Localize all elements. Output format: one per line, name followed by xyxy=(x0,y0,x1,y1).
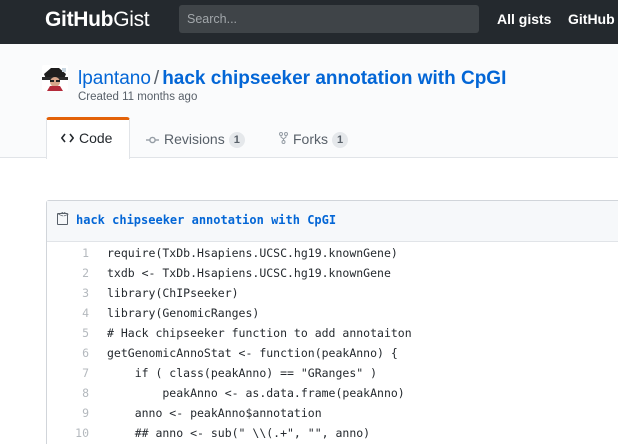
tab-code-label: Code xyxy=(79,130,113,146)
code-line: 7 if ( class(peakAnno) == "GRanges" ) xyxy=(47,363,618,383)
tab-forks[interactable]: Forks 1 xyxy=(279,120,349,159)
line-number[interactable]: 4 xyxy=(47,303,89,323)
code-line: 9 anno <- peakAnno$annotation xyxy=(47,403,618,423)
line-text: library(GenomicRanges) xyxy=(107,306,260,320)
code-icon xyxy=(60,121,75,157)
line-number[interactable]: 8 xyxy=(47,383,89,403)
avatar[interactable] xyxy=(42,65,68,91)
file-name-link[interactable]: hack chipseeker annotation with CpGI xyxy=(76,213,336,227)
tab-revisions-label: Revisions xyxy=(164,131,225,147)
title-separator: / xyxy=(153,68,160,89)
line-number[interactable]: 7 xyxy=(47,363,89,383)
line-number[interactable]: 3 xyxy=(47,283,89,303)
all-gists-link[interactable]: All gists xyxy=(497,11,551,27)
revisions-count-badge: 1 xyxy=(228,132,245,148)
line-text: ## anno <- sub(" \\(.+", "", anno) xyxy=(107,426,371,440)
tab-code[interactable]: Code xyxy=(46,117,130,159)
github-link[interactable]: GitHub xyxy=(568,11,615,27)
code-line: 5 # Hack chipseeker function to add annot… xyxy=(47,323,618,343)
commit-icon xyxy=(146,121,159,159)
site-header: GitHubGist Search... All gists GitHub xyxy=(0,0,618,44)
gist-title: lpantano / hack chipseeker annotation with… xyxy=(78,68,506,90)
line-number[interactable]: 1 xyxy=(47,243,89,263)
tab-forks-label: Forks xyxy=(293,131,328,147)
code-line: 3 library(ChIPseeker) xyxy=(47,283,618,303)
line-text: # Hack chipseeker function to add annota… xyxy=(107,326,412,340)
line-number[interactable]: 2 xyxy=(47,263,89,283)
code-line: 1 require(TxDb.Hsapiens.UCSC.hg19.knownGe… xyxy=(47,243,618,263)
code-block: 1 require(TxDb.Hsapiens.UCSC.hg19.knownGe… xyxy=(47,243,618,443)
code-line: 6 getGenomicAnnoStat <- function(peakAnno… xyxy=(47,343,618,363)
file-box: <> hack chipseeker annotation with CpGI … xyxy=(46,200,618,444)
code-line: 4 library(GenomicRanges) xyxy=(47,303,618,323)
owner-link[interactable]: lpantano xyxy=(78,68,151,89)
gist-name-link[interactable]: hack chipseeker annotation with CpGI xyxy=(162,68,506,89)
fork-icon xyxy=(279,121,288,159)
search-input[interactable]: Search... xyxy=(179,5,479,33)
line-text: peakAnno <- as.data.frame(peakAnno) xyxy=(107,386,405,400)
line-text: require(TxDb.Hsapiens.UCSC.hg19.knownGen… xyxy=(107,246,398,260)
code-line: 10 ## anno <- sub(" \\(.+", "", anno) xyxy=(47,423,618,443)
line-text: anno <- peakAnno$annotation xyxy=(107,406,322,420)
line-text: txdb <- TxDb.Hsapiens.UCSC.hg19.knownGen… xyxy=(107,266,391,280)
code-line: 2 txdb <- TxDb.Hsapiens.UCSC.hg19.knownGe… xyxy=(47,263,618,283)
line-number[interactable]: 9 xyxy=(47,403,89,423)
file-code-icon: <> xyxy=(57,210,69,225)
line-text: if ( class(peakAnno) == "GRanges" ) xyxy=(107,366,378,380)
line-text: library(ChIPseeker) xyxy=(107,286,239,300)
line-number[interactable]: 10 xyxy=(47,423,89,443)
github-gist-logo[interactable]: GitHubGist xyxy=(45,6,150,34)
code-line: 8 peakAnno <- as.data.frame(peakAnno) xyxy=(47,383,618,403)
created-timestamp: Created 11 months ago xyxy=(78,91,198,103)
tab-revisions[interactable]: Revisions 1 xyxy=(146,120,245,158)
file-header: <> hack chipseeker annotation with CpGI xyxy=(47,201,618,242)
logo-gist-text: Gist xyxy=(113,8,150,31)
gist-pagehead: lpantano / hack chipseeker annotation with… xyxy=(0,44,618,159)
line-number[interactable]: 6 xyxy=(47,343,89,363)
line-number[interactable]: 5 xyxy=(47,323,89,343)
logo-github-text: GitHub xyxy=(45,8,114,31)
line-text: getGenomicAnnoStat <- function(peakAnno)… xyxy=(107,346,398,360)
forks-count-badge: 1 xyxy=(332,132,349,148)
